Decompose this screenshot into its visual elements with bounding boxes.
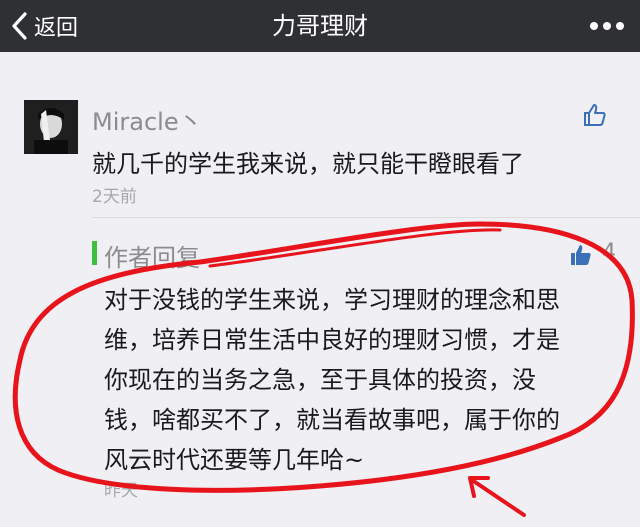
navigation-bar: 返回 力哥理财 [0,0,640,52]
comment-text: 就几千的学生我来说，就只能干瞪眼看了 [92,150,524,178]
reply-timestamp: 昨天 [104,481,138,501]
avatar-image [24,100,78,154]
avatar[interactable] [24,100,78,154]
comment-username[interactable]: Miracle丶 [92,102,203,137]
reply-indicator-bar [92,241,97,265]
more-dot-icon [603,22,611,30]
comment-timestamp: 2天前 [92,187,137,207]
thumbs-up-filled-icon[interactable] [568,242,594,268]
reply-line: 对于没钱的学生来说，学习理财的理念和思 [104,286,560,314]
page-title: 力哥理财 [272,12,368,40]
thumbs-up-icon[interactable] [582,102,608,128]
comment-item: Miracle丶 就几千的学生我来说，就只能干瞪眼看了 2天前 作者回复 4 对… [0,52,640,527]
more-dot-icon [616,22,624,30]
reply-like-count: 4 [602,240,616,265]
more-options-button[interactable] [590,16,624,36]
reply-line: 钱，啥都买不了，就当看故事吧，属于你的 [104,406,560,434]
divider [92,217,640,218]
reply-line: 你现在的当务之急，至于具体的投资，没 [104,366,536,394]
reply-line: 维，培养日常生活中良好的理财习惯，才是 [104,326,560,354]
reply-line: 风云时代还要等几年哈~ [104,446,365,474]
reply-text: 对于没钱的学生来说，学习理财的理念和思 维，培养日常生活中良好的理财习惯，才是 … [104,280,624,480]
more-dot-icon [590,22,598,30]
author-reply-header: 作者回复 [104,244,200,272]
